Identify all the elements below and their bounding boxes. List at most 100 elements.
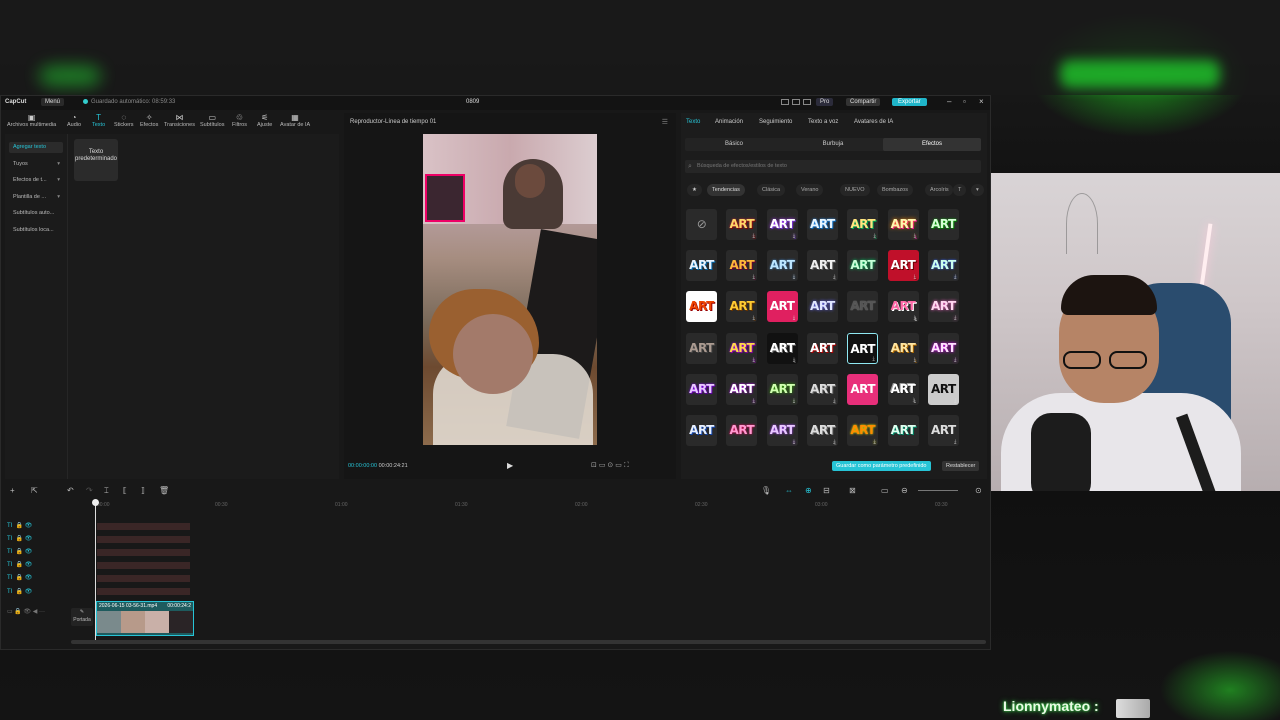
project-name[interactable]: 0809 [466, 99, 479, 105]
text-effect-preset[interactable]: ART ⤓ [726, 250, 758, 282]
shortcuts-icon[interactable] [792, 99, 800, 105]
category-add-text[interactable]: Agregar texto [9, 142, 63, 153]
text-effect-preset[interactable]: ART ⤓ [806, 373, 838, 405]
text-style-icon[interactable]: T [953, 184, 967, 196]
text-effect-preset[interactable]: ART ⤓ [766, 415, 798, 446]
subtab-effects[interactable]: Efectos [883, 138, 981, 151]
magnet-icon[interactable]: ⊕ [805, 486, 812, 495]
text-effect-preset[interactable]: ART ⤓ [927, 373, 959, 405]
text-effect-preset[interactable]: ART [686, 291, 717, 323]
text-effect-preset[interactable]: ART ⤓ [726, 209, 758, 240]
tab-text-to-speech[interactable]: Texto a voz [808, 119, 838, 125]
chip-trending[interactable]: Tendencias [707, 184, 745, 196]
tool-effects[interactable]: ✧ Efectos [140, 113, 158, 128]
text-effect-preset[interactable]: ART ⤓ [887, 250, 919, 282]
video-preview[interactable] [423, 134, 597, 445]
delete-icon[interactable]: 🗑 [159, 486, 169, 495]
text-effect-preset[interactable]: ART [847, 373, 879, 405]
play-icon[interactable]: ▶ [507, 461, 513, 470]
text-clip[interactable] [97, 523, 190, 530]
tab-text[interactable]: Texto [686, 119, 700, 125]
text-effect-preset[interactable]: ART ⤓ [806, 415, 838, 446]
text-effect-preset[interactable]: ART ⤓ [847, 332, 879, 364]
preview-axis-icon[interactable]: ⊠ [849, 486, 856, 495]
playhead[interactable] [92, 499, 99, 641]
menu-button[interactable]: Menú [41, 98, 65, 106]
chip-classic[interactable]: Clásica [757, 184, 786, 196]
maximize-icon[interactable]: ▫ [963, 97, 966, 106]
undo-icon[interactable]: ↶ [67, 486, 74, 495]
export-button[interactable]: Exportar [892, 98, 927, 106]
text-effect-preset[interactable]: ART ⤓ [726, 373, 758, 405]
text-effect-preset[interactable]: ART [927, 209, 959, 240]
text-effect-preset[interactable]: ART [887, 415, 919, 446]
text-effect-preset[interactable]: ART [686, 332, 717, 364]
text-effect-preset[interactable]: ART ⤓ [766, 209, 798, 240]
ratio-icon[interactable]: ▭ [599, 462, 606, 469]
subtab-basic[interactable]: Básico [685, 138, 783, 151]
timeline-scrollbar[interactable] [71, 640, 986, 644]
tool-media[interactable]: ▣ Archivos multimedia [7, 113, 56, 128]
text-clip[interactable] [97, 588, 190, 595]
split-right-icon[interactable]: ⟧ [141, 486, 145, 495]
split-icon[interactable]: ⌶ [104, 486, 109, 496]
tool-adjust[interactable]: ⚟ Ajuste [257, 113, 272, 128]
tool-transitions[interactable]: ⋈ Transiciones [164, 113, 195, 128]
tab-tracking[interactable]: Seguimiento [759, 119, 792, 125]
split-left-icon[interactable]: ⟦ [123, 486, 127, 495]
cover-button[interactable]: ✎ Portada [71, 608, 93, 626]
zoom-out-icon[interactable]: ⊖ [901, 486, 908, 495]
chip-summer[interactable]: Verano [796, 184, 824, 196]
menu-icon[interactable]: ☰ [662, 118, 668, 126]
save-preset-button[interactable]: Guardar como parámetro predefinido [832, 461, 931, 471]
tool-stickers[interactable]: ◌ Stickers [114, 113, 134, 128]
text-clip[interactable] [97, 536, 190, 543]
fullscreen-icon[interactable]: ⛶ [624, 462, 629, 469]
text-effect-preset[interactable]: ART ⤓ [726, 291, 758, 323]
reset-button[interactable]: Restablecer [942, 461, 980, 471]
tool-audio[interactable]: ◔ Audio [67, 113, 81, 128]
text-effect-preset[interactable]: ART [806, 209, 838, 240]
text-effect-preset[interactable]: ART [847, 291, 879, 323]
text-clip[interactable] [97, 575, 190, 582]
mic-icon[interactable]: 🎙 [761, 486, 771, 495]
text-effect-preset[interactable]: ART ⤓ [766, 250, 798, 282]
tool-filters[interactable]: ♲ Filtros [232, 113, 247, 128]
link-icon[interactable]: ⇔ [785, 486, 793, 495]
tool-text[interactable]: T Texto [92, 113, 105, 128]
category-templates[interactable]: Plantilla de ... ▾ [9, 192, 63, 203]
video-clip[interactable]: 2026-06-15 03-56-31.mp4 00:00:24:2 [96, 601, 194, 636]
text-effect-preset[interactable]: ART [806, 332, 838, 364]
text-effect-preset[interactable]: ART ⤓ [887, 373, 919, 405]
zoom-icon[interactable]: ⊙ [607, 462, 613, 469]
text-effect-preset[interactable]: ART ⤓ [927, 291, 959, 323]
text-effect-preset[interactable]: ART ⤓ [927, 415, 959, 446]
text-effect-preset[interactable]: ART ⤓ [766, 373, 798, 405]
text-effect-preset[interactable]: ART [686, 373, 717, 405]
zoom-slider[interactable] [918, 490, 958, 491]
no-effect-button[interactable]: ⊘ [686, 209, 717, 240]
text-effect-preset[interactable]: ART ⤓ [887, 209, 919, 240]
favorites-star-icon[interactable]: ★ [687, 184, 702, 196]
redo-icon[interactable]: ↷ [86, 486, 93, 495]
search-input[interactable]: Búsqueda de efectos/estilos de texto [685, 160, 981, 173]
text-effect-preset[interactable]: ART ⤓ [847, 415, 879, 446]
category-yours[interactable]: Tuyos ▾ [9, 159, 63, 170]
text-clip[interactable] [97, 562, 190, 569]
chevron-down-icon[interactable]: ▾ [971, 184, 984, 196]
crop-icon[interactable]: ⊡ [591, 462, 597, 469]
text-effect-preset[interactable]: ART ⤓ [887, 332, 919, 364]
text-clip[interactable] [97, 549, 190, 556]
text-effect-preset[interactable]: ART ⤓ [726, 332, 758, 364]
text-effect-preset[interactable]: ART [726, 415, 758, 446]
text-effect-preset[interactable]: ART [686, 415, 717, 446]
category-auto-subtitles[interactable]: Subtítulos auto... [9, 208, 63, 219]
snap-icon[interactable]: ⊟ [823, 486, 830, 495]
zoom-fit-icon[interactable]: ⊙ [975, 486, 982, 495]
category-text-effects[interactable]: Efectos de t... ▾ [9, 175, 63, 186]
text-effect-preset[interactable]: ART ⤓ [766, 332, 798, 364]
pro-button[interactable]: Pro [816, 98, 834, 106]
tab-ai-avatars[interactable]: Avatares de IA [854, 119, 893, 125]
chip-bombazos[interactable]: Bombazos [877, 184, 913, 196]
text-effect-preset[interactable]: ART ⤓ [847, 209, 879, 240]
